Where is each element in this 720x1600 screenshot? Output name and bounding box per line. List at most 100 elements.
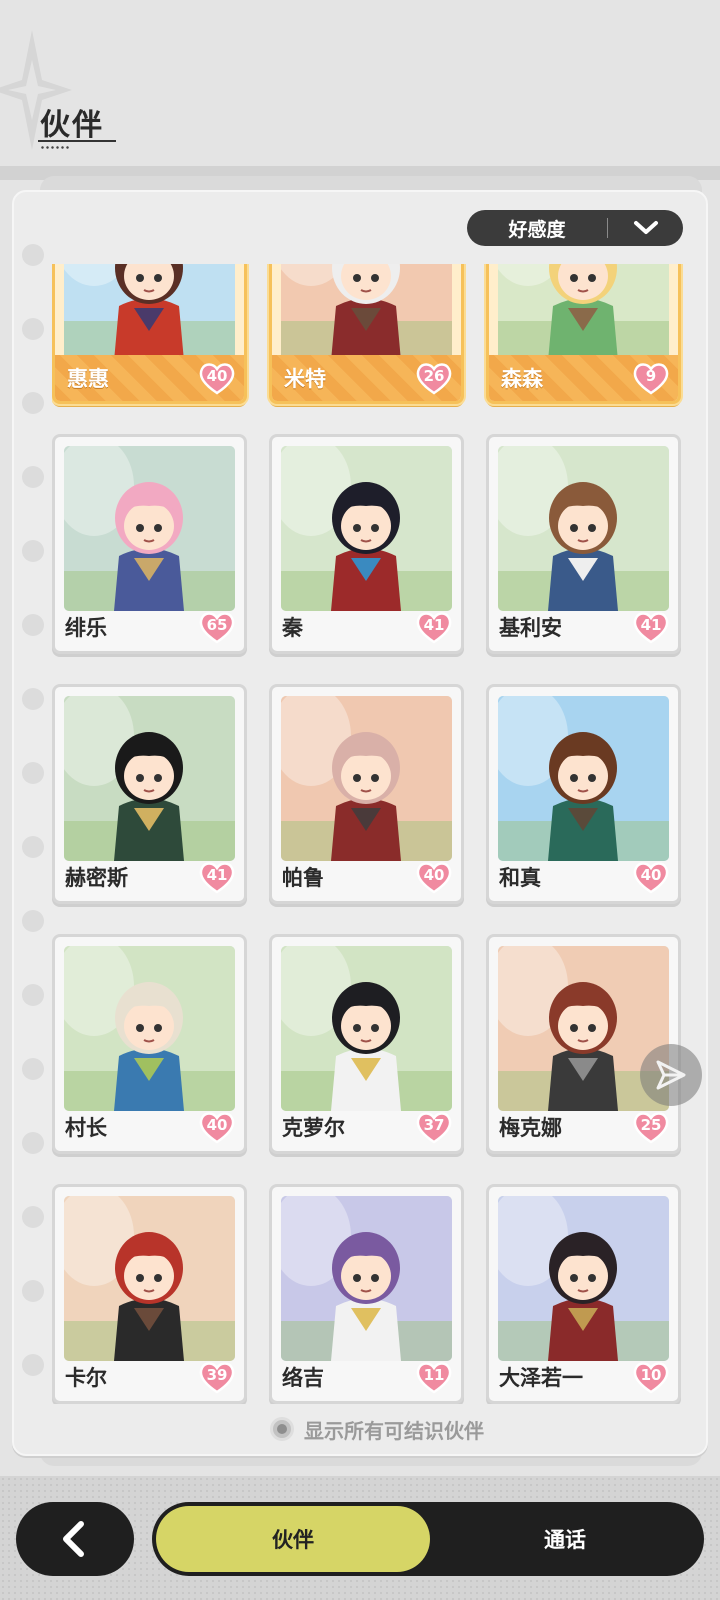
partner-portrait [64, 446, 235, 611]
partner-list[interactable]: 惠惠 40 米特 26 森森 9 绯乐 65 秦 41 基利安 41 赫密斯 4… [52, 264, 702, 1404]
partner-card[interactable]: 卡尔 39 [52, 1184, 247, 1404]
partner-name-row: 帕鲁 40 [282, 859, 453, 895]
partner-card[interactable]: 梅克娜 25 [486, 934, 681, 1154]
partner-name: 惠惠 [67, 367, 109, 391]
affection-heart-icon: 40 [632, 860, 670, 894]
partner-portrait [64, 696, 235, 861]
affection-value: 9 [645, 367, 657, 385]
affection-heart-icon: 37 [415, 1110, 453, 1144]
partner-portrait [498, 696, 669, 861]
title-underline [38, 140, 116, 142]
partner-card[interactable]: 帕鲁 40 [269, 684, 464, 904]
partner-name-row: 赫密斯 41 [65, 859, 236, 895]
partner-name-row: 森森 9 [489, 355, 678, 401]
binder-hole [22, 614, 44, 636]
binder-hole [22, 836, 44, 858]
affection-heart-icon: 41 [415, 610, 453, 644]
partner-card[interactable]: 和真 40 [486, 684, 681, 904]
affection-value: 10 [640, 1366, 662, 1384]
partner-portrait [281, 1196, 452, 1361]
send-float-button[interactable] [640, 1044, 702, 1106]
partner-name: 卡尔 [65, 1366, 107, 1390]
partner-name: 大泽若一 [499, 1366, 583, 1390]
back-button[interactable] [16, 1502, 134, 1576]
partner-portrait [64, 264, 235, 361]
partner-name-row: 秦 41 [282, 609, 453, 645]
partner-name-row: 卡尔 39 [65, 1359, 236, 1395]
partner-name: 赫密斯 [65, 866, 128, 890]
binder-hole [22, 1354, 44, 1376]
affection-heart-icon: 40 [198, 361, 236, 395]
partner-portrait [64, 1196, 235, 1361]
sort-dropdown[interactable]: 好感度 [467, 210, 683, 246]
partner-name-row: 村长 40 [65, 1109, 236, 1145]
affection-value: 40 [423, 866, 445, 884]
tab-partners[interactable]: 伙伴 [156, 1506, 430, 1572]
binder-hole [22, 762, 44, 784]
show-all-label: 显示所有可结识伙伴 [304, 1418, 484, 1443]
partner-card[interactable]: 秦 41 [269, 434, 464, 654]
partner-name-row: 绯乐 65 [65, 609, 236, 645]
partner-card[interactable]: 赫密斯 41 [52, 684, 247, 904]
partner-portrait [498, 264, 669, 361]
binder-hole [22, 318, 44, 340]
partner-portrait [64, 946, 235, 1111]
affection-heart-icon: 41 [198, 860, 236, 894]
partner-card[interactable]: 大泽若一 10 [486, 1184, 681, 1404]
partner-name-row: 基利安 41 [499, 609, 670, 645]
affection-heart-icon: 11 [415, 1360, 453, 1394]
back-arrow-icon [63, 1521, 84, 1557]
partner-name-row: 梅克娜 25 [499, 1109, 670, 1145]
binder-hole [22, 244, 44, 266]
affection-value: 41 [423, 616, 445, 634]
partner-card[interactable]: 森森 9 [486, 264, 681, 404]
partner-portrait [281, 946, 452, 1111]
partner-name-row: 大泽若一 10 [499, 1359, 670, 1395]
partner-name-row: 克萝尔 37 [282, 1109, 453, 1145]
affection-heart-icon: 40 [198, 1110, 236, 1144]
partner-name: 梅克娜 [499, 1116, 562, 1140]
binder-hole [22, 984, 44, 1006]
show-all-toggle[interactable]: 显示所有可结识伙伴 [270, 1414, 484, 1444]
affection-heart-icon: 25 [632, 1110, 670, 1144]
partner-name-row: 络吉 11 [282, 1359, 453, 1395]
partner-name: 和真 [499, 866, 541, 890]
sort-label: 好感度 [508, 218, 566, 241]
affection-heart-icon: 41 [632, 610, 670, 644]
affection-value: 40 [206, 1116, 228, 1134]
partner-portrait [281, 696, 452, 861]
chevron-down-icon [608, 220, 683, 236]
binder-hole [22, 392, 44, 414]
partner-card[interactable]: 基利安 41 [486, 434, 681, 654]
partner-name: 克萝尔 [282, 1116, 345, 1140]
binder-hole [22, 1280, 44, 1302]
tab-call[interactable]: 通话 [430, 1506, 700, 1572]
partner-name: 绯乐 [65, 616, 107, 640]
affection-value: 41 [640, 616, 662, 634]
affection-value: 25 [640, 1116, 662, 1134]
partner-portrait [281, 446, 452, 611]
affection-heart-icon: 10 [632, 1360, 670, 1394]
partner-card[interactable]: 绯乐 65 [52, 434, 247, 654]
partner-card[interactable]: 络吉 11 [269, 1184, 464, 1404]
affection-value: 37 [423, 1116, 445, 1134]
partner-card[interactable]: 惠惠 40 [52, 264, 247, 404]
partner-name: 络吉 [282, 1366, 324, 1390]
binder-hole [22, 466, 44, 488]
affection-value: 11 [423, 1366, 445, 1384]
binder-hole [22, 910, 44, 932]
partner-card[interactable]: 克萝尔 37 [269, 934, 464, 1154]
send-icon [656, 1060, 686, 1090]
partner-name: 森森 [501, 367, 543, 391]
show-all-radio[interactable] [270, 1417, 294, 1441]
affection-value: 65 [206, 616, 228, 634]
partner-card[interactable]: 村长 40 [52, 934, 247, 1154]
affection-value: 40 [206, 367, 228, 385]
affection-heart-icon: 9 [632, 361, 670, 395]
partner-portrait [281, 264, 452, 361]
partner-portrait [498, 446, 669, 611]
affection-value: 40 [640, 866, 662, 884]
affection-heart-icon: 40 [415, 860, 453, 894]
partner-card[interactable]: 米特 26 [269, 264, 464, 404]
affection-value: 41 [206, 866, 228, 884]
